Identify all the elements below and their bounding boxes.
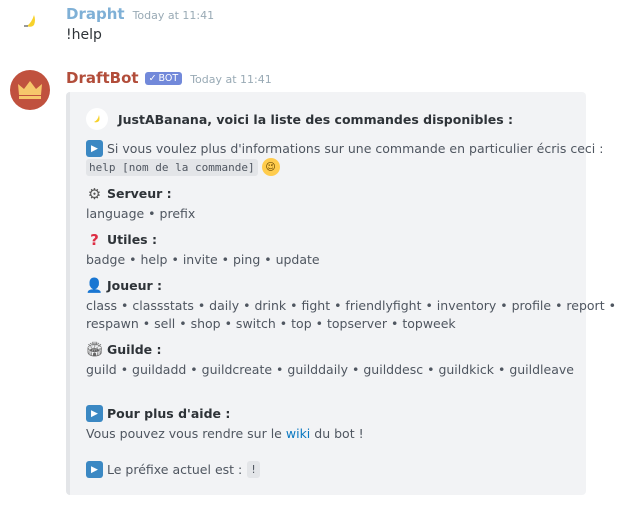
- help-title-text: Pour plus d'aide :: [107, 406, 231, 421]
- wiki-link[interactable]: wiki: [286, 426, 310, 441]
- section-commands: language • prefix: [86, 206, 196, 221]
- check-icon: ✓: [148, 73, 157, 84]
- play-icon: ▶: [86, 140, 103, 157]
- bot-badge-label: BOT: [158, 73, 179, 84]
- inline-code: help [nom de la commande]: [86, 158, 258, 176]
- username[interactable]: Drapht: [66, 5, 125, 23]
- embed-intro: ▶ Si vous voulez plus d'informations sur…: [86, 140, 603, 157]
- intro-text: Si vous voulez plus d'informations sur u…: [107, 141, 604, 156]
- section-title: 👤 Joueur :: [86, 277, 162, 294]
- section-commands: respawn • sell • shop • switch • top • t…: [86, 316, 456, 331]
- timestamp: Today at 11:41: [190, 73, 272, 86]
- embed-intro-code-line: help [nom de la commande] 😉: [86, 158, 284, 176]
- timestamp: Today at 11:41: [132, 9, 215, 22]
- username[interactable]: DraftBot: [66, 69, 139, 87]
- section-title-text: Joueur :: [107, 278, 163, 293]
- user-icon: 👤: [85, 277, 104, 294]
- section-title-text: Guilde :: [107, 342, 162, 357]
- play-icon: ▶: [86, 461, 103, 478]
- avatar[interactable]: [12, 4, 50, 42]
- bot-badge: ✓ BOT: [144, 72, 183, 85]
- section-commands: class • classstats • daily • drink • fig…: [86, 298, 616, 313]
- embed-author: JustABanana, voici la liste des commande…: [86, 108, 513, 130]
- help-title: ▶ Pour plus d'aide :: [86, 405, 230, 422]
- banana-icon: [86, 108, 108, 130]
- section-title-text: Utiles :: [107, 232, 157, 247]
- crown-icon: [18, 81, 42, 99]
- message-header: Drapht Today at 11:41: [66, 5, 214, 23]
- inline-code: !: [247, 461, 260, 478]
- section-commands: guild • guildadd • guildcreate • guildda…: [86, 362, 574, 377]
- embed-author-text: JustABanana, voici la liste des commande…: [118, 111, 514, 127]
- question-icon: ?: [90, 230, 99, 249]
- help-text-before: Vous pouvez vous rendre sur le: [86, 426, 282, 441]
- embed: JustABanana, voici la liste des commande…: [66, 92, 616, 495]
- section-commands: badge • help • invite • ping • update: [86, 252, 320, 267]
- section-title: ⚙ Serveur :: [86, 184, 172, 203]
- message-text: !help: [66, 27, 102, 43]
- section-title: 🏟 Guilde :: [86, 341, 162, 358]
- prefix-text: Le préfixe actuel est :: [107, 462, 243, 477]
- avatar[interactable]: [10, 70, 50, 110]
- banana-icon: [24, 15, 35, 27]
- section-title: ? Utiles :: [86, 230, 157, 249]
- play-icon: ▶: [86, 405, 103, 422]
- stadium-icon: 🏟: [85, 341, 104, 358]
- message-header: DraftBot ✓ BOT Today at 11:41: [66, 69, 272, 87]
- wink-icon: 😉: [261, 158, 280, 176]
- help-text-after: du bot !: [314, 426, 364, 441]
- prefix-line: ▶ Le préfixe actuel est : !: [86, 461, 260, 478]
- help-text: Vous pouvez vous rendre sur le wiki du b…: [86, 426, 364, 441]
- gear-icon: ⚙: [87, 184, 102, 203]
- section-title-text: Serveur :: [107, 186, 172, 201]
